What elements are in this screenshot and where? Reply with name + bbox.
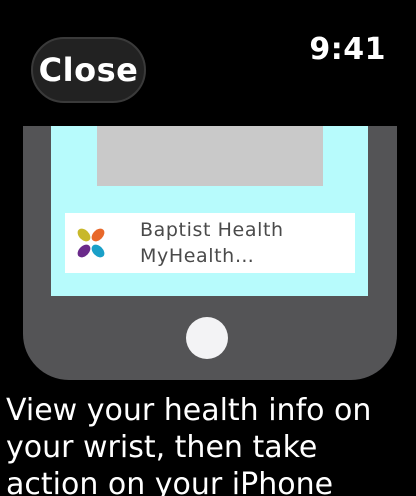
notification-title-line2: MyHealth…	[140, 245, 255, 267]
close-button[interactable]: Close	[31, 37, 146, 103]
phone-screen: Baptist Health MyHealth…	[51, 126, 368, 296]
notification-card: Baptist Health MyHealth…	[65, 213, 355, 273]
baptist-health-flower-icon	[77, 228, 105, 258]
onboarding-caption: View your health info on your wrist, the…	[6, 393, 372, 496]
iphone-illustration: Baptist Health MyHealth…	[23, 126, 397, 380]
status-time: 9:41	[309, 32, 386, 67]
home-button	[186, 317, 228, 359]
notification-title: Baptist Health MyHealth…	[140, 217, 284, 269]
placeholder-block	[97, 126, 323, 186]
notification-title-line1: Baptist Health	[140, 219, 284, 241]
